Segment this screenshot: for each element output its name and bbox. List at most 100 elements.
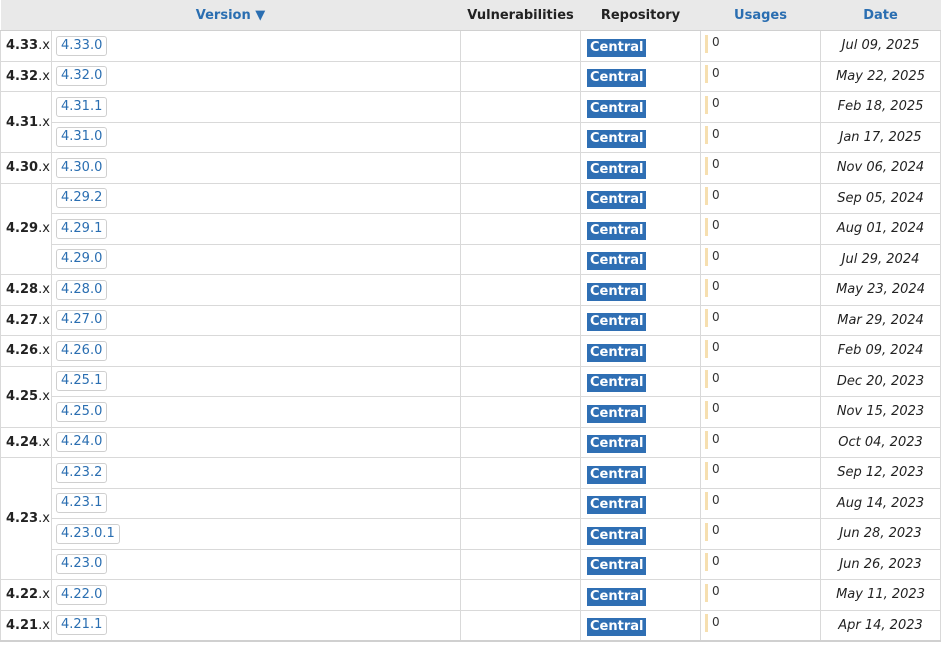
table-row: 4.32.x 4.32.0 Central 0 May 22, 2025 <box>0 60 942 92</box>
repository-badge[interactable]: Central <box>587 496 647 515</box>
repository-badge[interactable]: Central <box>587 374 647 393</box>
usage-count-link[interactable]: 0 <box>712 127 720 141</box>
version-link[interactable]: 4.27.0 <box>56 310 108 331</box>
version-link[interactable]: 4.23.0.1 <box>56 523 120 544</box>
repository-badge[interactable]: Central <box>587 160 647 179</box>
table-header: Version ▼ Vulnerabilities Repository Usa… <box>0 0 941 31</box>
repository-badge[interactable]: Central <box>587 435 647 454</box>
repository-badge[interactable]: Central <box>587 526 647 545</box>
version-link[interactable]: 4.31.1 <box>56 96 108 117</box>
usage-count-link[interactable]: 0 <box>712 96 720 110</box>
usage-count-link[interactable]: 0 <box>712 371 720 385</box>
usage-count-link[interactable]: 0 <box>712 188 720 202</box>
usage-count-link[interactable]: 0 <box>712 66 720 80</box>
usage-count-link[interactable]: 0 <box>712 340 720 354</box>
usage-count-link[interactable]: 0 <box>712 157 720 171</box>
repository-badge[interactable]: Central <box>587 404 647 423</box>
usages-column-header[interactable]: Usages <box>700 0 821 31</box>
version-link[interactable]: 4.26.0 <box>56 340 108 361</box>
usage-bar <box>705 339 709 358</box>
date-column-header[interactable]: Date <box>820 0 941 31</box>
usage-count-link[interactable]: 0 <box>712 432 720 446</box>
version-link[interactable]: 4.24.0 <box>56 432 108 453</box>
version-cell: 4.21.1 <box>50 609 462 642</box>
usage-count-link[interactable]: 0 <box>712 462 720 476</box>
usages-cell: 0 <box>700 609 822 642</box>
repository-cell: Central <box>580 213 702 245</box>
repository-cell: Central <box>580 182 702 214</box>
repository-cell: Central <box>580 426 702 458</box>
version-link[interactable]: 4.30.0 <box>56 157 108 178</box>
version-link[interactable]: 4.33.0 <box>56 35 108 56</box>
repository-badge[interactable]: Central <box>587 69 647 88</box>
usage-count-link[interactable]: 0 <box>712 218 720 232</box>
version-link[interactable]: 4.29.0 <box>56 249 108 270</box>
usage-count-link[interactable]: 0 <box>712 279 720 293</box>
usage-bar <box>705 583 709 602</box>
repository-badge[interactable]: Central <box>587 130 647 149</box>
repository-badge[interactable]: Central <box>587 38 647 57</box>
version-cell: 4.32.0 <box>50 60 462 92</box>
release-date: May 22, 2025 <box>820 60 942 92</box>
repository-badge[interactable]: Central <box>587 221 647 240</box>
release-date: Nov 15, 2023 <box>820 396 942 428</box>
table-row: 4.24.x 4.24.0 Central 0 Oct 04, 2023 <box>0 426 942 458</box>
version-link[interactable]: 4.21.1 <box>56 615 108 636</box>
release-date: Jul 09, 2025 <box>820 30 942 62</box>
repository-badge[interactable]: Central <box>587 191 647 210</box>
usage-count-link[interactable]: 0 <box>712 493 720 507</box>
usage-bar <box>705 461 709 480</box>
vulnerabilities-cell <box>460 487 582 519</box>
repository-badge[interactable]: Central <box>587 99 647 118</box>
repository-badge[interactable]: Central <box>587 465 647 484</box>
minor-version-label: 4.22 <box>6 587 39 603</box>
usage-count-link[interactable]: 0 <box>712 310 720 324</box>
usage-count-link[interactable]: 0 <box>712 35 720 49</box>
minor-version-label: 4.27 <box>6 312 39 328</box>
usage-bar <box>705 217 709 236</box>
release-date: Nov 06, 2024 <box>820 152 942 184</box>
usage-count-link[interactable]: 0 <box>712 401 720 415</box>
version-link[interactable]: 4.23.0 <box>56 554 108 575</box>
table-row: 4.27.x 4.27.0 Central 0 Mar 29, 2024 <box>0 304 942 336</box>
version-link[interactable]: 4.29.1 <box>56 218 108 239</box>
version-link[interactable]: 4.25.1 <box>56 371 108 392</box>
version-link[interactable]: 4.23.1 <box>56 493 108 514</box>
version-column-header[interactable]: Version ▼ <box>0 0 461 31</box>
version-cell: 4.30.0 <box>50 152 462 184</box>
table-row: 4.21.x 4.21.1 Central 0 Apr 14, 2023 <box>0 609 942 642</box>
version-link[interactable]: 4.31.0 <box>56 127 108 148</box>
repository-badge[interactable]: Central <box>587 587 647 606</box>
release-date: May 23, 2024 <box>820 274 942 306</box>
version-link[interactable]: 4.22.0 <box>56 584 108 605</box>
repository-cell: Central <box>580 121 702 153</box>
repository-badge[interactable]: Central <box>587 557 647 576</box>
version-link[interactable]: 4.23.2 <box>56 462 108 483</box>
minor-version-cell: 4.27.x <box>0 304 52 336</box>
usage-bar <box>705 553 709 572</box>
repository-badge[interactable]: Central <box>587 252 647 271</box>
minor-version-cell: 4.29.x <box>0 182 52 275</box>
usage-count-link[interactable]: 0 <box>712 584 720 598</box>
usages-cell: 0 <box>700 213 822 245</box>
usage-count-link[interactable]: 0 <box>712 554 720 568</box>
minor-version-cell: 4.23.x <box>0 457 52 580</box>
repository-badge[interactable]: Central <box>587 343 647 362</box>
version-link[interactable]: 4.29.2 <box>56 188 108 209</box>
minor-version-cell: 4.24.x <box>0 426 52 458</box>
version-link[interactable]: 4.25.0 <box>56 401 108 422</box>
usages-cell: 0 <box>700 487 822 519</box>
vulnerabilities-cell <box>460 274 582 306</box>
usage-count-link[interactable]: 0 <box>712 249 720 263</box>
version-cell: 4.22.0 <box>50 579 462 611</box>
repository-badge[interactable]: Central <box>587 282 647 301</box>
vulnerabilities-cell <box>460 335 582 367</box>
version-link[interactable]: 4.28.0 <box>56 279 108 300</box>
repository-badge[interactable]: Central <box>587 618 647 637</box>
usage-count-link[interactable]: 0 <box>712 615 720 629</box>
release-date: Aug 01, 2024 <box>820 213 942 245</box>
version-link[interactable]: 4.32.0 <box>56 66 108 87</box>
repository-badge[interactable]: Central <box>587 313 647 332</box>
usages-cell: 0 <box>700 548 822 580</box>
usage-count-link[interactable]: 0 <box>712 523 720 537</box>
